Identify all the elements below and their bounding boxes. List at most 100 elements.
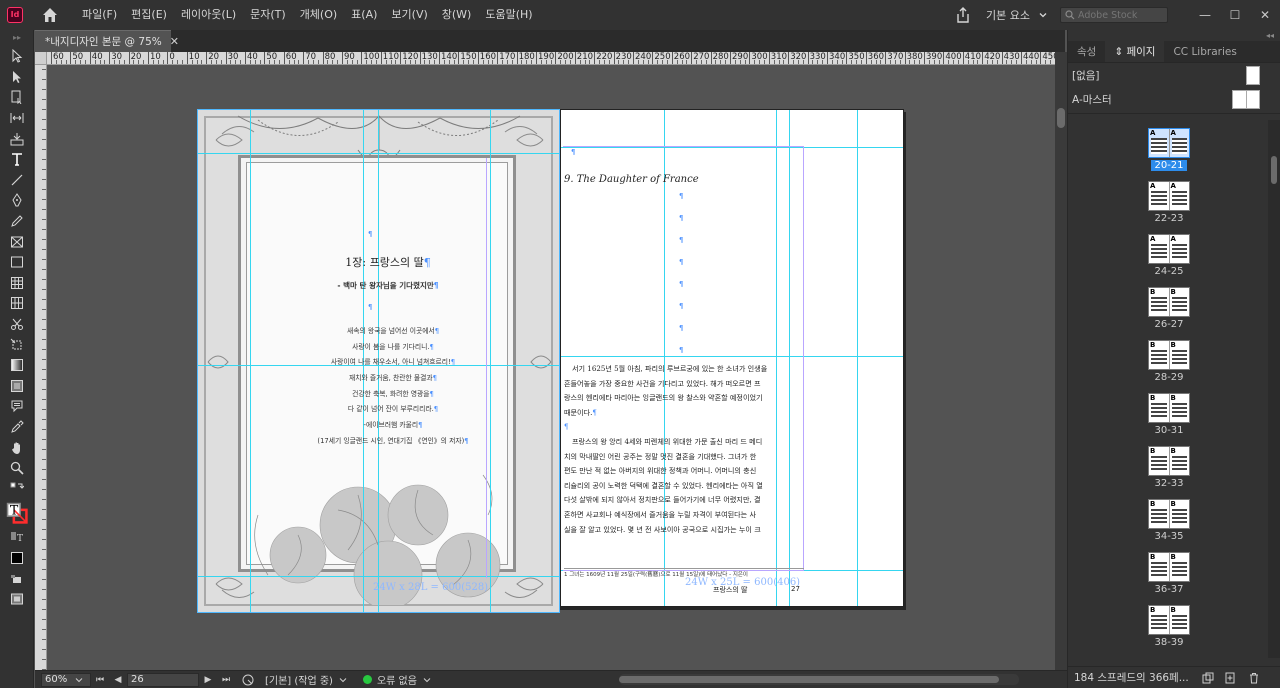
previous-spread-button[interactable]: ◀ bbox=[109, 675, 127, 685]
page-thumbnail[interactable]: B bbox=[1149, 606, 1170, 634]
share-icon[interactable] bbox=[954, 6, 972, 24]
spread-preview[interactable]: BB bbox=[1148, 446, 1190, 476]
menu-help[interactable]: 도움말(H) bbox=[478, 0, 539, 30]
page-thumbnail[interactable]: B bbox=[1169, 553, 1189, 581]
spread-preview[interactable]: BB bbox=[1148, 287, 1190, 317]
document-tab[interactable]: *내지디자인 본문 @ 75% ✕ bbox=[35, 30, 179, 52]
preflight-status-text[interactable]: 오류 없음 bbox=[377, 672, 417, 687]
page-thumbnail[interactable]: B bbox=[1149, 288, 1170, 316]
ruler-origin[interactable] bbox=[35, 52, 47, 65]
page-number-input[interactable] bbox=[131, 674, 161, 685]
page-size-icon[interactable] bbox=[1202, 672, 1214, 684]
open-document-icon[interactable] bbox=[241, 673, 255, 687]
last-spread-button[interactable]: ⏭ bbox=[217, 675, 235, 685]
guide-line[interactable] bbox=[198, 576, 559, 577]
canvas-horizontal-scrollbar[interactable] bbox=[619, 674, 1019, 685]
epigraph-poem[interactable]: 새속의 왕국을 넘어선 이곳에서¶ 사랑이 봄을 나를 기다리니.¶ 사랑이여 나를… bbox=[258, 324, 528, 450]
fill-stroke-swatches[interactable]: T bbox=[0, 499, 34, 527]
page-number-field[interactable] bbox=[127, 672, 199, 687]
zoom-tool[interactable] bbox=[0, 458, 34, 479]
spread-preview[interactable]: BB bbox=[1148, 552, 1190, 582]
page-thumbnail[interactable]: A bbox=[1169, 235, 1189, 263]
horizontal-grid-tool[interactable] bbox=[0, 273, 34, 294]
scroll-thumb[interactable] bbox=[1271, 156, 1277, 184]
page-thumbnail[interactable]: B bbox=[1149, 341, 1170, 369]
formatting-affects-text[interactable]: T bbox=[0, 527, 34, 548]
pen-tool[interactable] bbox=[0, 190, 34, 211]
panel-collapse-icon[interactable]: ▸▸ bbox=[0, 30, 34, 46]
swap-fill-stroke[interactable] bbox=[0, 478, 34, 499]
vertical-grid-tool[interactable] bbox=[0, 293, 34, 314]
spread-thumbnail[interactable]: A A 24-25 bbox=[1144, 234, 1194, 277]
master-none[interactable]: [없음] bbox=[1068, 63, 1280, 87]
spread-preview[interactable]: BB bbox=[1148, 393, 1190, 423]
preview-mode[interactable] bbox=[0, 589, 34, 610]
spread-thumbnail[interactable]: A A 20-21 bbox=[1144, 128, 1194, 171]
page-number[interactable]: 27 bbox=[791, 585, 800, 593]
rectangle-tool[interactable] bbox=[0, 252, 34, 273]
content-collector-tool[interactable] bbox=[0, 128, 34, 149]
gap-tool[interactable] bbox=[0, 108, 34, 129]
menu-window[interactable]: 창(W) bbox=[435, 0, 479, 30]
rectangle-frame-tool[interactable] bbox=[0, 231, 34, 252]
line-tool[interactable] bbox=[0, 170, 34, 191]
apply-color[interactable] bbox=[0, 548, 34, 569]
page-thumbnail[interactable]: A bbox=[1169, 129, 1189, 157]
type-tool[interactable] bbox=[0, 149, 34, 170]
spread-preview[interactable]: BB bbox=[1148, 605, 1190, 635]
page-thumbnail[interactable]: B bbox=[1169, 606, 1189, 634]
minimize-button[interactable]: — bbox=[1190, 0, 1220, 30]
direct-selection-tool[interactable] bbox=[0, 67, 34, 88]
stock-search-input[interactable] bbox=[1078, 9, 1162, 21]
screen-mode[interactable] bbox=[0, 568, 34, 589]
spread-thumbnail[interactable]: B B 34-35 bbox=[1144, 499, 1194, 542]
menu-object[interactable]: 개체(O) bbox=[293, 0, 344, 30]
gradient-feather-tool[interactable] bbox=[0, 376, 34, 397]
canvas-vertical-scrollbar[interactable] bbox=[1055, 52, 1067, 670]
spread-preview[interactable]: AA bbox=[1148, 234, 1190, 264]
menu-table[interactable]: 표(A) bbox=[344, 0, 384, 30]
page-thumbnail[interactable]: A bbox=[1149, 235, 1170, 263]
eyedropper-tool[interactable] bbox=[0, 417, 34, 438]
spread-thumbnail[interactable]: B B 32-33 bbox=[1144, 446, 1194, 489]
tab-cc-libraries[interactable]: CC Libraries bbox=[1164, 41, 1245, 62]
body-text-frame[interactable]: 서기 1625년 5월 아침, 파리의 루브르궁에 있는 한 소녀가 인생을 흔들… bbox=[564, 362, 802, 567]
pages-scrollbar[interactable] bbox=[1268, 120, 1280, 658]
spread-preview[interactable]: AA bbox=[1148, 128, 1190, 158]
menu-layout[interactable]: 레이아웃(L) bbox=[174, 0, 243, 30]
chevron-down-icon[interactable] bbox=[423, 676, 431, 684]
first-spread-button[interactable]: ⏮ bbox=[91, 675, 109, 685]
page-thumbnail[interactable]: A bbox=[1149, 182, 1170, 210]
spread-preview[interactable]: AA bbox=[1148, 181, 1190, 211]
home-icon[interactable] bbox=[41, 6, 59, 24]
zoom-field[interactable] bbox=[41, 672, 91, 687]
next-spread-button[interactable]: ▶ bbox=[199, 675, 217, 685]
guide-line[interactable] bbox=[198, 153, 559, 154]
adobe-stock-search[interactable] bbox=[1060, 7, 1168, 23]
chevron-down-icon[interactable] bbox=[339, 676, 347, 684]
zoom-input[interactable] bbox=[45, 674, 75, 685]
tab-properties[interactable]: 속성 bbox=[1068, 41, 1105, 62]
spread-preview[interactable]: BB bbox=[1148, 499, 1190, 529]
page-thumbnail[interactable]: B bbox=[1169, 500, 1189, 528]
panel-collapse-icon[interactable]: ◂◂ bbox=[1068, 30, 1280, 41]
menu-type[interactable]: 문자(T) bbox=[243, 0, 293, 30]
workspace-switcher[interactable]: 기본 요소 bbox=[986, 7, 1030, 23]
page-thumbnail[interactable]: B bbox=[1169, 394, 1189, 422]
guide-line[interactable] bbox=[561, 147, 903, 148]
free-transform-tool[interactable] bbox=[0, 334, 34, 355]
spread-thumbnail[interactable]: B B 26-27 bbox=[1144, 287, 1194, 330]
close-tab-icon[interactable]: ✕ bbox=[170, 35, 179, 48]
scissors-tool[interactable] bbox=[0, 314, 34, 335]
scroll-thumb[interactable] bbox=[1057, 108, 1065, 128]
spread-thumbnail[interactable]: A A 22-23 bbox=[1144, 181, 1194, 224]
menu-edit[interactable]: 편집(E) bbox=[124, 0, 174, 30]
gradient-tool[interactable] bbox=[0, 355, 34, 376]
pencil-tool[interactable] bbox=[0, 211, 34, 232]
spread-thumbnail[interactable]: B B 38-39 bbox=[1144, 605, 1194, 648]
new-page-icon[interactable] bbox=[1224, 672, 1236, 684]
chevron-down-icon[interactable] bbox=[75, 676, 83, 684]
page-thumbnail[interactable]: B bbox=[1169, 447, 1189, 475]
page-thumbnail[interactable]: B bbox=[1149, 500, 1170, 528]
guide-line[interactable] bbox=[857, 110, 858, 606]
